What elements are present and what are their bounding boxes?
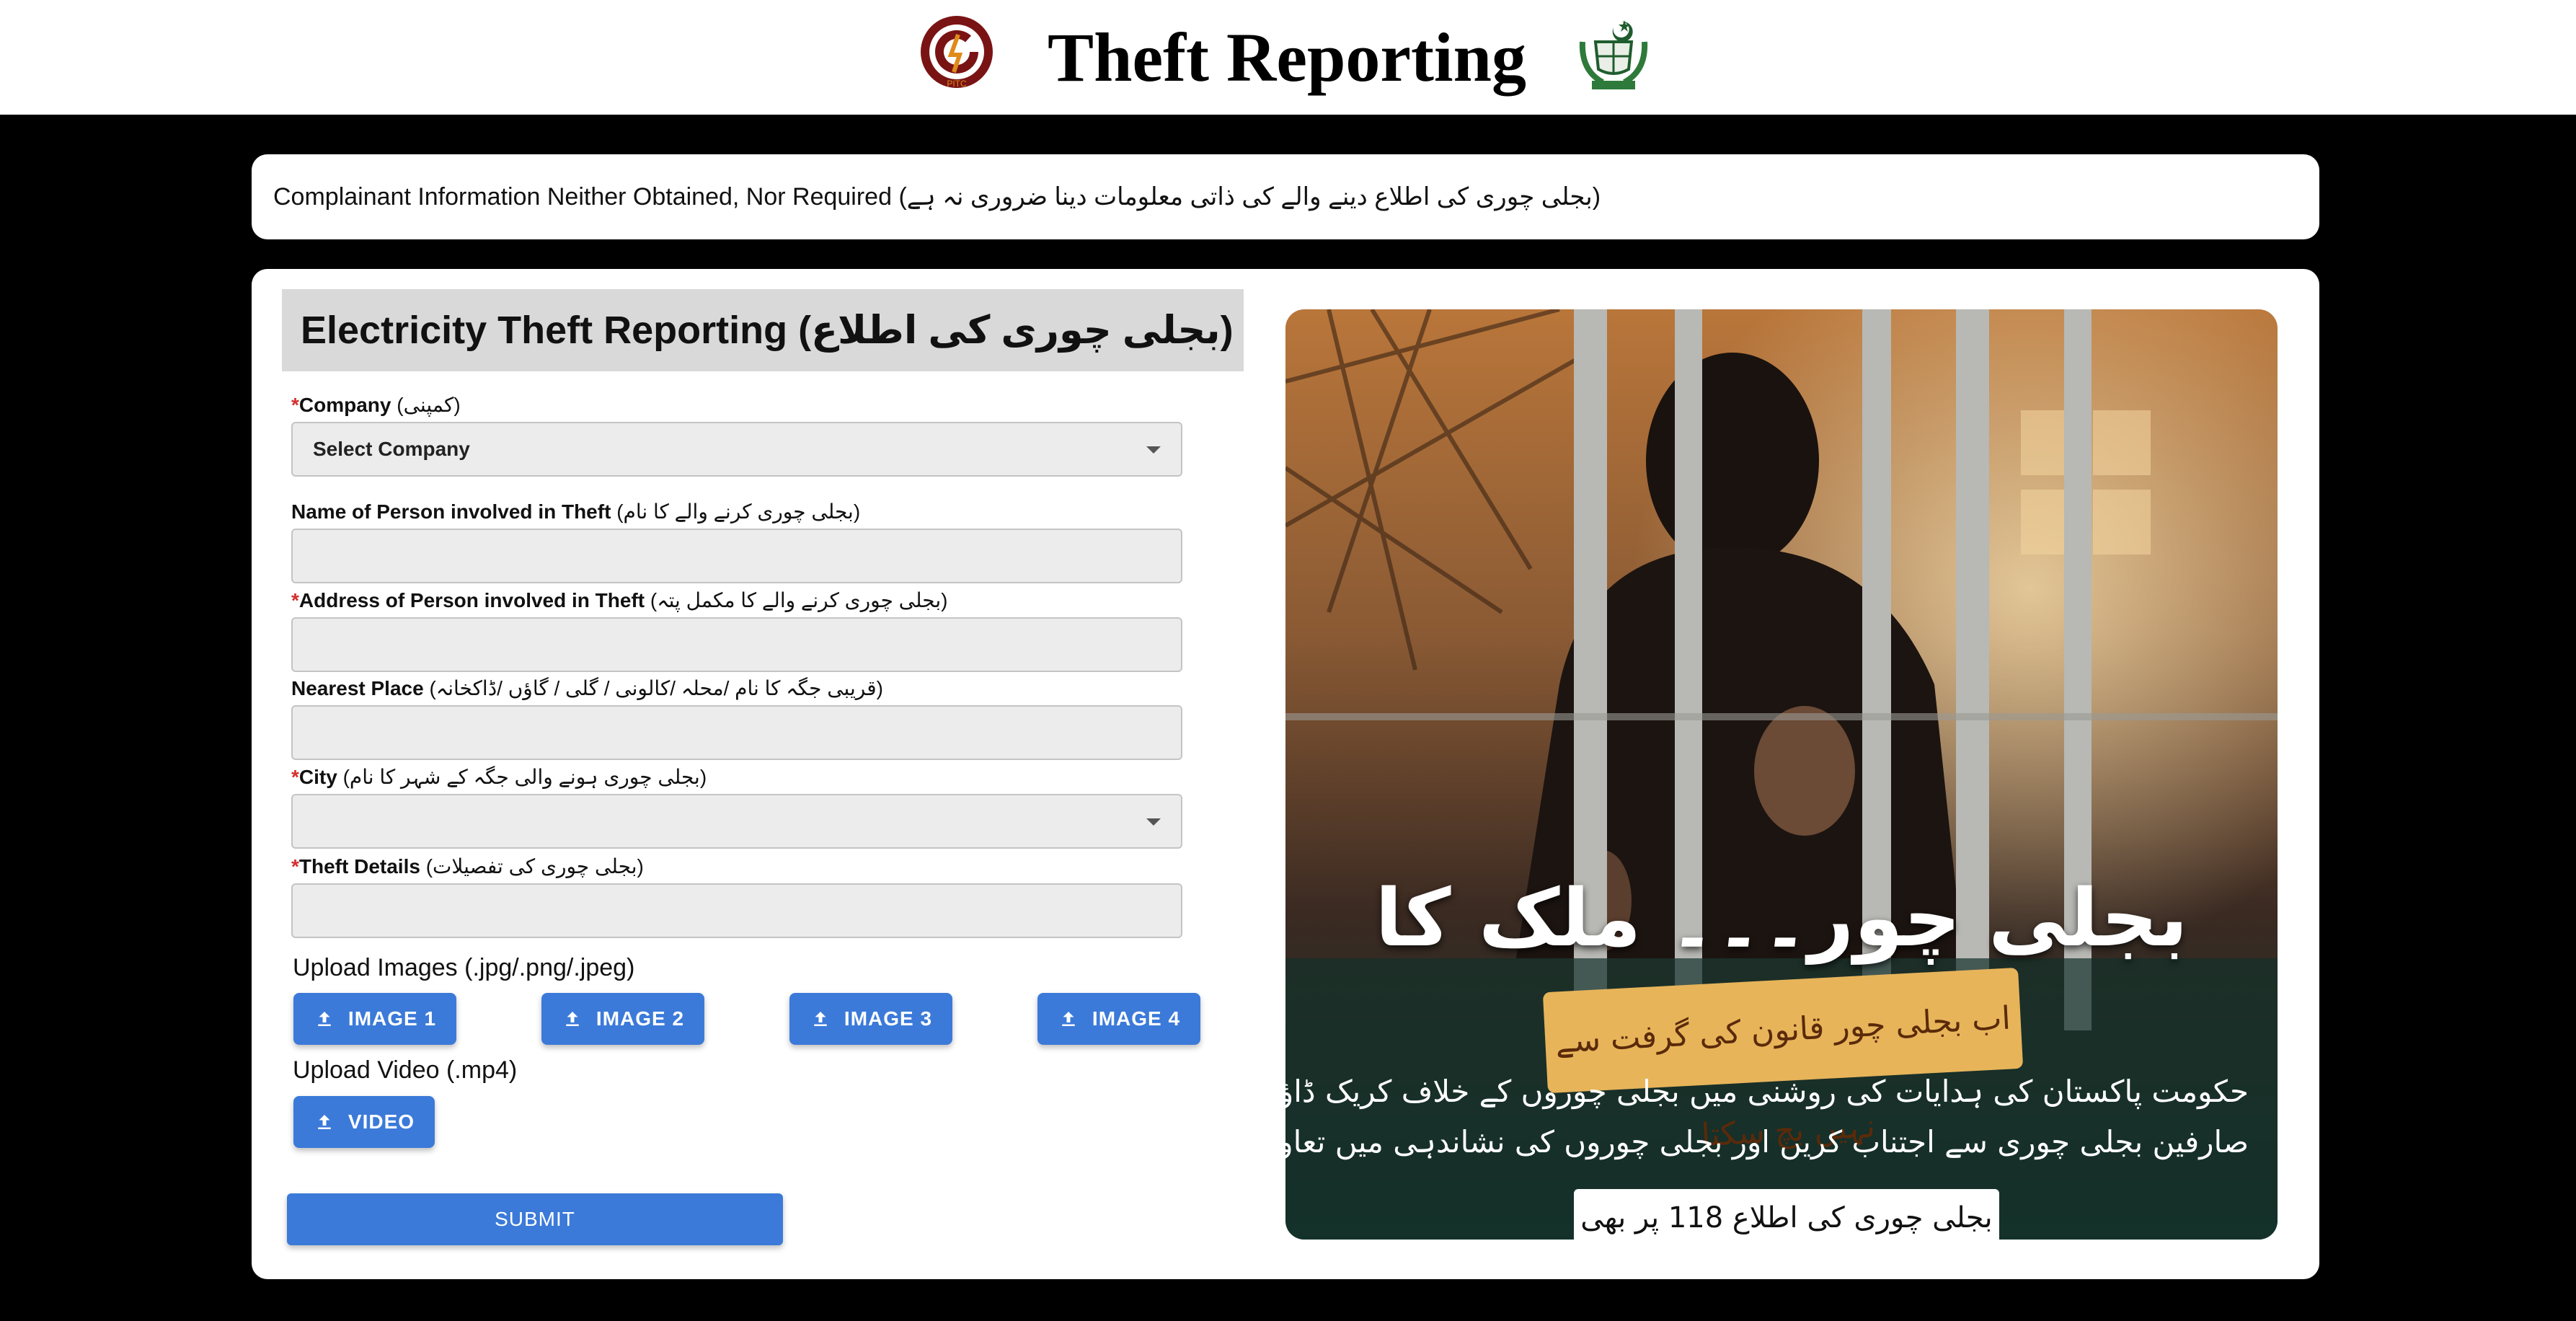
- svg-text:PITC: PITC: [947, 79, 967, 89]
- awareness-poster: بجلی چور۔۔۔ ملک کا مجرم اب بجلی چور قانو…: [1285, 309, 2278, 1240]
- company-select-value: Select Company: [313, 438, 470, 460]
- company-label: *Company (کمپنی): [291, 393, 461, 417]
- upload-image-2-label: IMAGE 2: [596, 1007, 685, 1030]
- company-select[interactable]: Select Company: [291, 422, 1182, 477]
- address-label-text: Address of Person involved in Theft: [298, 589, 645, 611]
- upload-video-label: Upload Video (.mp4): [293, 1056, 518, 1084]
- upload-image-1-button[interactable]: IMAGE 1: [293, 993, 456, 1045]
- upload-icon: [318, 1115, 331, 1129]
- nearest-place-label-text: Nearest Place: [291, 677, 424, 699]
- page-header: PITC Theft Reporting: [0, 0, 2576, 115]
- theft-details-label-urdu: (بجلی چوری کی تفصیلات): [425, 855, 644, 878]
- address-input[interactable]: [293, 619, 1181, 671]
- upload-icon: [318, 1012, 331, 1026]
- theft-details-label: *Theft Details (بجلی چوری کی تفصیلات): [291, 854, 644, 878]
- page-title: Theft Reporting: [1048, 19, 1526, 96]
- upload-video-button[interactable]: VIDEO: [293, 1096, 435, 1148]
- form-title: Electricity Theft Reporting (بجلی چوری ک…: [301, 309, 1234, 352]
- theft-details-field[interactable]: [291, 883, 1182, 938]
- upload-image-3-label: IMAGE 3: [844, 1007, 933, 1030]
- upload-images-label: Upload Images (.jpg/.png/.jpeg): [293, 954, 635, 981]
- address-label-urdu: (بجلی چوری کرنے والے کا مکمل پتہ): [650, 589, 948, 611]
- poster-helpline-box: بجلی چوری کی اطلاع 118 پر بھی دے سکتے ہی…: [1574, 1189, 1999, 1240]
- theft-details-input[interactable]: [293, 885, 1181, 937]
- upload-icon: [566, 1012, 579, 1026]
- submit-button[interactable]: SUBMIT: [287, 1193, 783, 1245]
- city-label-text: City: [298, 766, 337, 788]
- company-label-urdu: (کمپنی): [397, 394, 461, 416]
- person-name-input[interactable]: [293, 530, 1181, 582]
- person-name-label-urdu: (بجلی چوری کرنے والے کا نام): [616, 500, 861, 523]
- required-marker: *: [291, 766, 299, 788]
- nearest-place-label-urdu: (قریبی جگہ کا نام /محلہ /کالونی / گلی / …: [429, 677, 883, 699]
- notice-card: Complainant Information Neither Obtained…: [252, 154, 2319, 239]
- poster-line-2: صارفین بجلی چوری سے اجتناب کریں اور بجلی…: [1285, 1124, 2249, 1159]
- upload-image-3-button[interactable]: IMAGE 3: [789, 993, 952, 1045]
- main-card: Electricity Theft Reporting (بجلی چوری ک…: [252, 269, 2319, 1279]
- form-title-bar: Electricity Theft Reporting (بجلی چوری ک…: [282, 289, 1244, 371]
- upload-image-4-button[interactable]: IMAGE 4: [1037, 993, 1200, 1045]
- pitc-logo: PITC: [918, 13, 996, 91]
- upload-icon: [814, 1012, 827, 1026]
- person-name-label-text: Name of Person involved in Theft: [291, 500, 611, 523]
- notice-text: Complainant Information Neither Obtained…: [273, 183, 1601, 211]
- address-field[interactable]: [291, 617, 1182, 672]
- address-label: *Address of Person involved in Theft (بج…: [291, 588, 947, 612]
- upload-image-2-button[interactable]: IMAGE 2: [541, 993, 704, 1045]
- required-marker: *: [291, 394, 299, 416]
- required-marker: *: [291, 589, 299, 611]
- chevron-down-icon: [1146, 818, 1161, 826]
- person-name-label: Name of Person involved in Theft (بجلی چ…: [291, 500, 860, 523]
- nearest-place-field[interactable]: [291, 705, 1182, 760]
- government-emblem-logo: [1574, 13, 1653, 92]
- required-marker: *: [291, 855, 299, 878]
- person-name-field[interactable]: [291, 529, 1182, 583]
- city-select[interactable]: [291, 794, 1182, 849]
- company-label-text: Company: [298, 394, 391, 416]
- upload-icon: [1062, 1012, 1075, 1026]
- nearest-place-label: Nearest Place (قریبی جگہ کا نام /محلہ /ک…: [291, 676, 883, 700]
- poster-line-1: حکومت پاکستان کی ہدایات کی روشنی میں بجل…: [1285, 1074, 2249, 1109]
- upload-image-4-label: IMAGE 4: [1092, 1007, 1181, 1030]
- theft-details-label-text: Theft Details: [298, 855, 420, 878]
- city-label-urdu: (بجلی چوری ہونے والی جگہ کے شہر کا نام): [342, 766, 707, 788]
- chevron-down-icon: [1146, 446, 1161, 454]
- poster-helpline-text: بجلی چوری کی اطلاع 118 پر بھی دے سکتے ہی…: [1580, 1201, 1993, 1234]
- upload-image-1-label: IMAGE 1: [348, 1007, 437, 1030]
- upload-video-label-text: VIDEO: [348, 1110, 415, 1133]
- city-label: *City (بجلی چوری ہونے والی جگہ کے شہر کا…: [291, 765, 707, 789]
- nearest-place-input[interactable]: [293, 707, 1181, 759]
